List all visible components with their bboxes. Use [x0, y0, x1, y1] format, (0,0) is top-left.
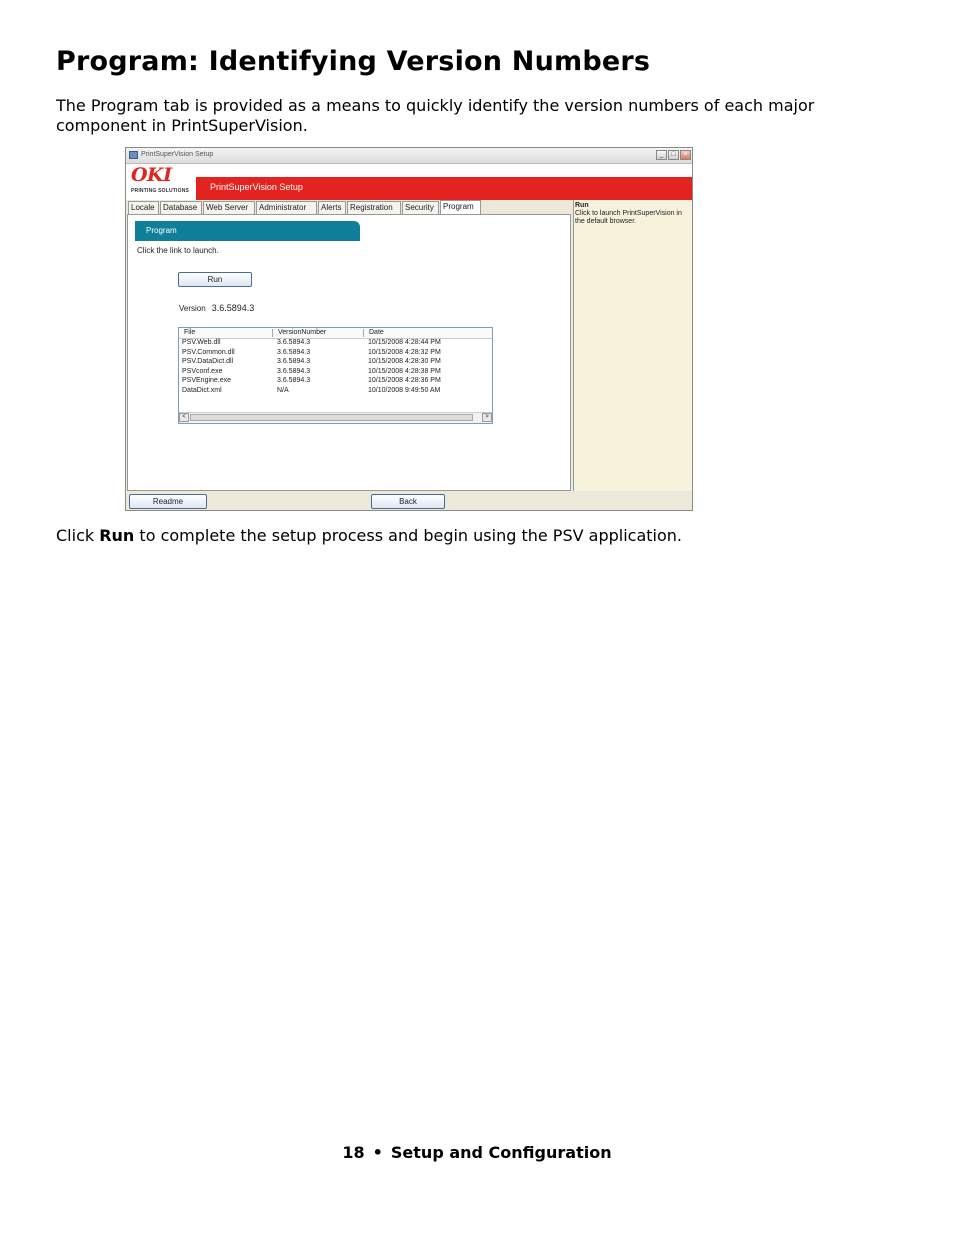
outro-prefix: Click	[56, 526, 100, 545]
file-date: 10/15/2008 4:28:30 PM	[368, 358, 441, 366]
list-item[interactable]: PSVconf.exe 3.6.5894.3 10/15/2008 4:28:3…	[179, 368, 492, 378]
tab-database[interactable]: Database	[160, 201, 202, 214]
file-version-list[interactable]: File VersionNumber Date PSV.Web.dll 3.6.…	[178, 327, 493, 424]
launch-hint: Click the link to launch.	[137, 246, 219, 255]
tab-web-server[interactable]: Web Server	[203, 201, 255, 214]
file-name: PSVEngine.exe	[182, 377, 232, 385]
page-number: 18	[342, 1143, 365, 1162]
column-version[interactable]: VersionNumber	[278, 329, 326, 336]
file-name: PSV.Web.dll	[182, 339, 221, 346]
maximize-button[interactable]: □	[668, 150, 679, 160]
oki-logo: OKI PRINTING SOLUTIONS	[126, 164, 196, 200]
help-title: Run	[575, 202, 589, 209]
column-separator	[272, 329, 273, 337]
scrollbar-thumb[interactable]	[190, 414, 473, 421]
file-version: 3.6.5894.3	[277, 348, 311, 356]
file-date: 10/15/2008 4:28:32 PM	[368, 348, 441, 356]
header-banner: OKI PRINTING SOLUTIONS PrintSuperVision …	[126, 164, 692, 200]
file-name: PSVconf.exe	[182, 367, 223, 375]
tab-registration[interactable]: Registration	[347, 201, 401, 214]
column-date[interactable]: Date	[369, 329, 384, 336]
version-value: 3.6.5894.3	[211, 303, 255, 313]
run-button[interactable]: Run	[178, 272, 252, 287]
outro-paragraph: Click Run to complete the setup process …	[56, 526, 906, 546]
close-button[interactable]: ×	[680, 150, 691, 160]
file-name: DataDict.xml	[182, 386, 222, 394]
help-text: Click to launch PrintSuperVision in the …	[575, 210, 682, 225]
file-date: 10/15/2008 4:28:38 PM	[368, 367, 441, 375]
file-version: N/A	[277, 386, 289, 394]
list-item[interactable]: PSV.Web.dll 3.6.5894.3 10/15/2008 4:28:4…	[179, 339, 492, 349]
version-line: Version 3.6.5894.3	[179, 303, 254, 313]
file-name: PSV.DataDict.dll	[182, 358, 234, 366]
tab-bar: Locale Database Web Server Administrator…	[128, 200, 574, 215]
list-header: File VersionNumber Date	[179, 328, 492, 339]
tab-alerts[interactable]: Alerts	[318, 201, 346, 214]
file-date: 10/15/2008 4:28:36 PM	[368, 377, 441, 385]
list-item[interactable]: PSVEngine.exe 3.6.5894.3 10/15/2008 4:28…	[179, 377, 492, 387]
file-version: 3.6.5894.3	[277, 377, 311, 385]
scroll-right-icon[interactable]: >	[482, 413, 492, 422]
file-version: 3.6.5894.3	[277, 339, 311, 346]
back-button[interactable]: Back	[371, 494, 445, 509]
intro-paragraph: The Program tab is provided as a means t…	[56, 96, 815, 135]
column-separator	[363, 329, 364, 337]
logo-text: OKI	[131, 164, 172, 186]
file-version: 3.6.5894.3	[277, 367, 311, 375]
version-label: Version	[179, 304, 206, 313]
page-footer: 18 • Setup and Configuration	[0, 1143, 954, 1162]
file-version: 3.6.5894.3	[277, 358, 311, 366]
file-date: 10/15/2008 4:28:44 PM	[368, 339, 441, 346]
outro-suffix: to complete the setup process and begin …	[134, 526, 682, 545]
list-item[interactable]: PSV.Common.dll 3.6.5894.3 10/15/2008 4:2…	[179, 349, 492, 359]
banner-title: PrintSuperVision Setup	[210, 182, 303, 192]
section-header-label: Program	[146, 226, 177, 235]
program-panel: Program Click the link to launch. Run Ve…	[127, 214, 571, 491]
tab-locale[interactable]: Locale	[128, 201, 159, 214]
bottom-button-bar: Readme Back	[126, 491, 692, 510]
list-item[interactable]: DataDict.xml N/A 10/10/2008 9:49:50 AM	[179, 387, 492, 397]
list-item[interactable]: PSV.DataDict.dll 3.6.5894.3 10/15/2008 4…	[179, 358, 492, 368]
footer-section: Setup and Configuration	[390, 1143, 612, 1162]
window-title: PrintSuperVision Setup	[141, 151, 214, 158]
setup-window: PrintSuperVision Setup _ □ × OKI PRINTIN…	[125, 147, 693, 511]
footer-bullet: •	[372, 1143, 383, 1162]
minimize-button[interactable]: _	[656, 150, 667, 160]
file-name: PSV.Common.dll	[182, 348, 235, 356]
list-rows: PSV.Web.dll 3.6.5894.3 10/15/2008 4:28:4…	[179, 339, 492, 397]
help-panel: Run Click to launch PrintSuperVision in …	[573, 200, 692, 491]
tab-administrator[interactable]: Administrator	[256, 201, 317, 214]
section-header: Program	[135, 221, 360, 241]
horizontal-scrollbar[interactable]: < >	[179, 412, 492, 423]
window-titlebar: PrintSuperVision Setup _ □ ×	[126, 148, 692, 164]
app-icon	[129, 151, 138, 159]
tab-program[interactable]: Program	[440, 200, 481, 215]
readme-button[interactable]: Readme	[129, 494, 207, 509]
banner-band: PrintSuperVision Setup	[196, 177, 692, 200]
outro-run-bold: Run	[99, 526, 135, 545]
column-file[interactable]: File	[184, 329, 195, 336]
scroll-left-icon[interactable]: <	[179, 413, 189, 422]
file-date: 10/10/2008 9:49:50 AM	[368, 386, 441, 394]
page-title: Program: Identifying Version Numbers	[56, 46, 651, 77]
tab-security[interactable]: Security	[402, 201, 439, 214]
logo-subtitle: PRINTING SOLUTIONS	[131, 188, 190, 194]
